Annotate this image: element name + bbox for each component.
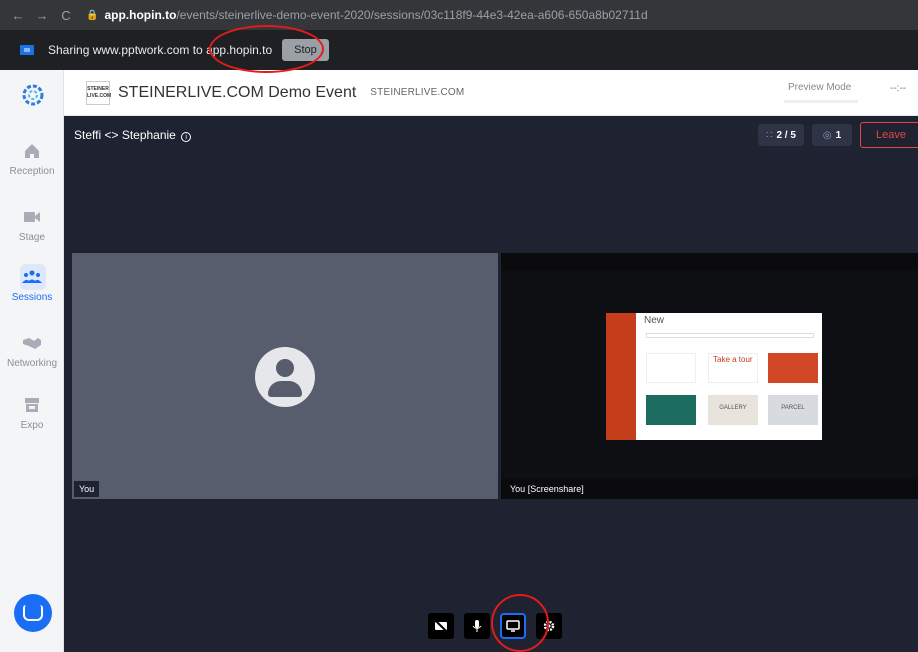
settings-button[interactable]	[536, 613, 562, 639]
media-controls	[428, 613, 562, 639]
reload-icon[interactable]: C	[56, 8, 76, 23]
microphone-icon	[472, 620, 482, 632]
booth-icon	[25, 398, 39, 412]
url-path[interactable]: /events/steinerlive-demo-event-2020/sess…	[176, 8, 647, 22]
preview-mode-label: Preview Mode	[788, 82, 852, 93]
shared-screen-heading: New	[644, 315, 665, 326]
event-header: STEINER LIVE.COM STEINERLIVE.COM Demo Ev…	[64, 70, 918, 116]
settings-icon	[543, 620, 555, 632]
template-thumbnail	[646, 353, 696, 383]
hopin-logo-icon[interactable]	[22, 84, 44, 106]
participants-count-value: 2 / 5	[776, 129, 796, 141]
session-title-text: Steffi <> Stephanie	[74, 128, 176, 142]
event-subtitle: STEINERLIVE.COM	[370, 87, 465, 98]
shared-screen-preview: New Take a tour GALLERY PARCEL	[606, 313, 822, 440]
participants-count[interactable]: ∷ 2 / 5	[758, 124, 804, 146]
app-window: ← → C 🔒 app.hopin.to/events/steinerlive-…	[0, 0, 918, 652]
screenshare-top-band	[501, 253, 918, 271]
url-host[interactable]: app.hopin.to	[104, 8, 176, 22]
sidebar-item-label: Sessions	[11, 292, 53, 303]
sidebar-item-expo[interactable]: Expo	[0, 394, 64, 431]
microphone-toggle-button[interactable]	[464, 613, 490, 639]
template-thumbnail: Take a tour	[708, 353, 758, 383]
lock-icon: 🔒	[86, 9, 99, 21]
parcel-text: PARCEL	[781, 405, 805, 411]
left-sidebar: Reception Stage Sessions Networking Expo	[0, 70, 64, 652]
sidebar-item-label: Networking	[6, 358, 58, 369]
sidebar-item-networking[interactable]: Networking	[0, 332, 64, 369]
gallery-text: GALLERY	[719, 405, 747, 411]
sidebar-item-label: Reception	[9, 166, 55, 177]
people-group-icon	[22, 270, 42, 283]
screen-share-indicator-icon	[20, 45, 34, 55]
template-thumbnail	[646, 395, 696, 425]
participants-icon: ∷	[766, 129, 773, 141]
timer: --:--	[890, 83, 907, 94]
preview-mode-bar	[784, 100, 858, 103]
stop-sharing-button[interactable]: Stop	[282, 39, 329, 61]
home-icon	[25, 144, 39, 158]
session-stage: Steffi <> Stephanie i ∷ 2 / 5 ◎ 1 Leave …	[64, 116, 918, 652]
sidebar-item-label: Stage	[18, 232, 46, 243]
screen-sharing-bar: Sharing www.pptwork.com to app.hopin.to …	[0, 30, 918, 70]
eye-icon: ◎	[822, 129, 832, 141]
template-thumbnail: GALLERY	[708, 395, 758, 425]
sidebar-item-label: Expo	[20, 420, 44, 431]
sidebar-item-reception[interactable]: Reception	[0, 140, 64, 177]
screen-share-icon	[506, 620, 520, 632]
user-avatar-icon	[255, 347, 315, 407]
event-logo: STEINER LIVE.COM	[86, 80, 111, 105]
handshake-icon	[23, 338, 41, 349]
back-arrow-icon[interactable]: ←	[8, 8, 28, 23]
sidebar-item-stage[interactable]: Stage	[0, 206, 64, 243]
support-chat-button[interactable]	[14, 594, 52, 632]
session-title: Steffi <> Stephanie i	[74, 128, 192, 142]
info-icon[interactable]: i	[181, 132, 192, 142]
viewers-count-value: 1	[835, 129, 842, 141]
leave-button[interactable]: Leave	[860, 122, 918, 148]
forward-arrow-icon[interactable]: →	[32, 8, 52, 23]
shared-screen-search	[646, 333, 814, 338]
event-title: STEINERLIVE.COM Demo Event	[118, 83, 357, 101]
screen-share-button[interactable]	[500, 613, 526, 639]
sharing-message: Sharing www.pptwork.com to app.hopin.to	[48, 43, 273, 57]
video-camera-icon	[24, 212, 40, 222]
video-tile-label: You	[74, 481, 100, 497]
tour-text: Take a tour	[713, 355, 753, 364]
video-tile-label: You [Screenshare]	[510, 484, 584, 494]
video-tile-you[interactable]: You	[72, 253, 498, 499]
template-thumbnail	[768, 353, 818, 383]
template-thumbnail: PARCEL	[768, 395, 818, 425]
sidebar-item-sessions[interactable]: Sessions	[0, 266, 64, 303]
browser-url-bar: ← → C 🔒 app.hopin.to/events/steinerlive-…	[0, 0, 918, 30]
camera-off-icon	[434, 619, 448, 633]
camera-toggle-button[interactable]	[428, 613, 454, 639]
viewers-count[interactable]: ◎ 1	[812, 124, 852, 146]
shared-screen-sidebar	[606, 313, 636, 440]
